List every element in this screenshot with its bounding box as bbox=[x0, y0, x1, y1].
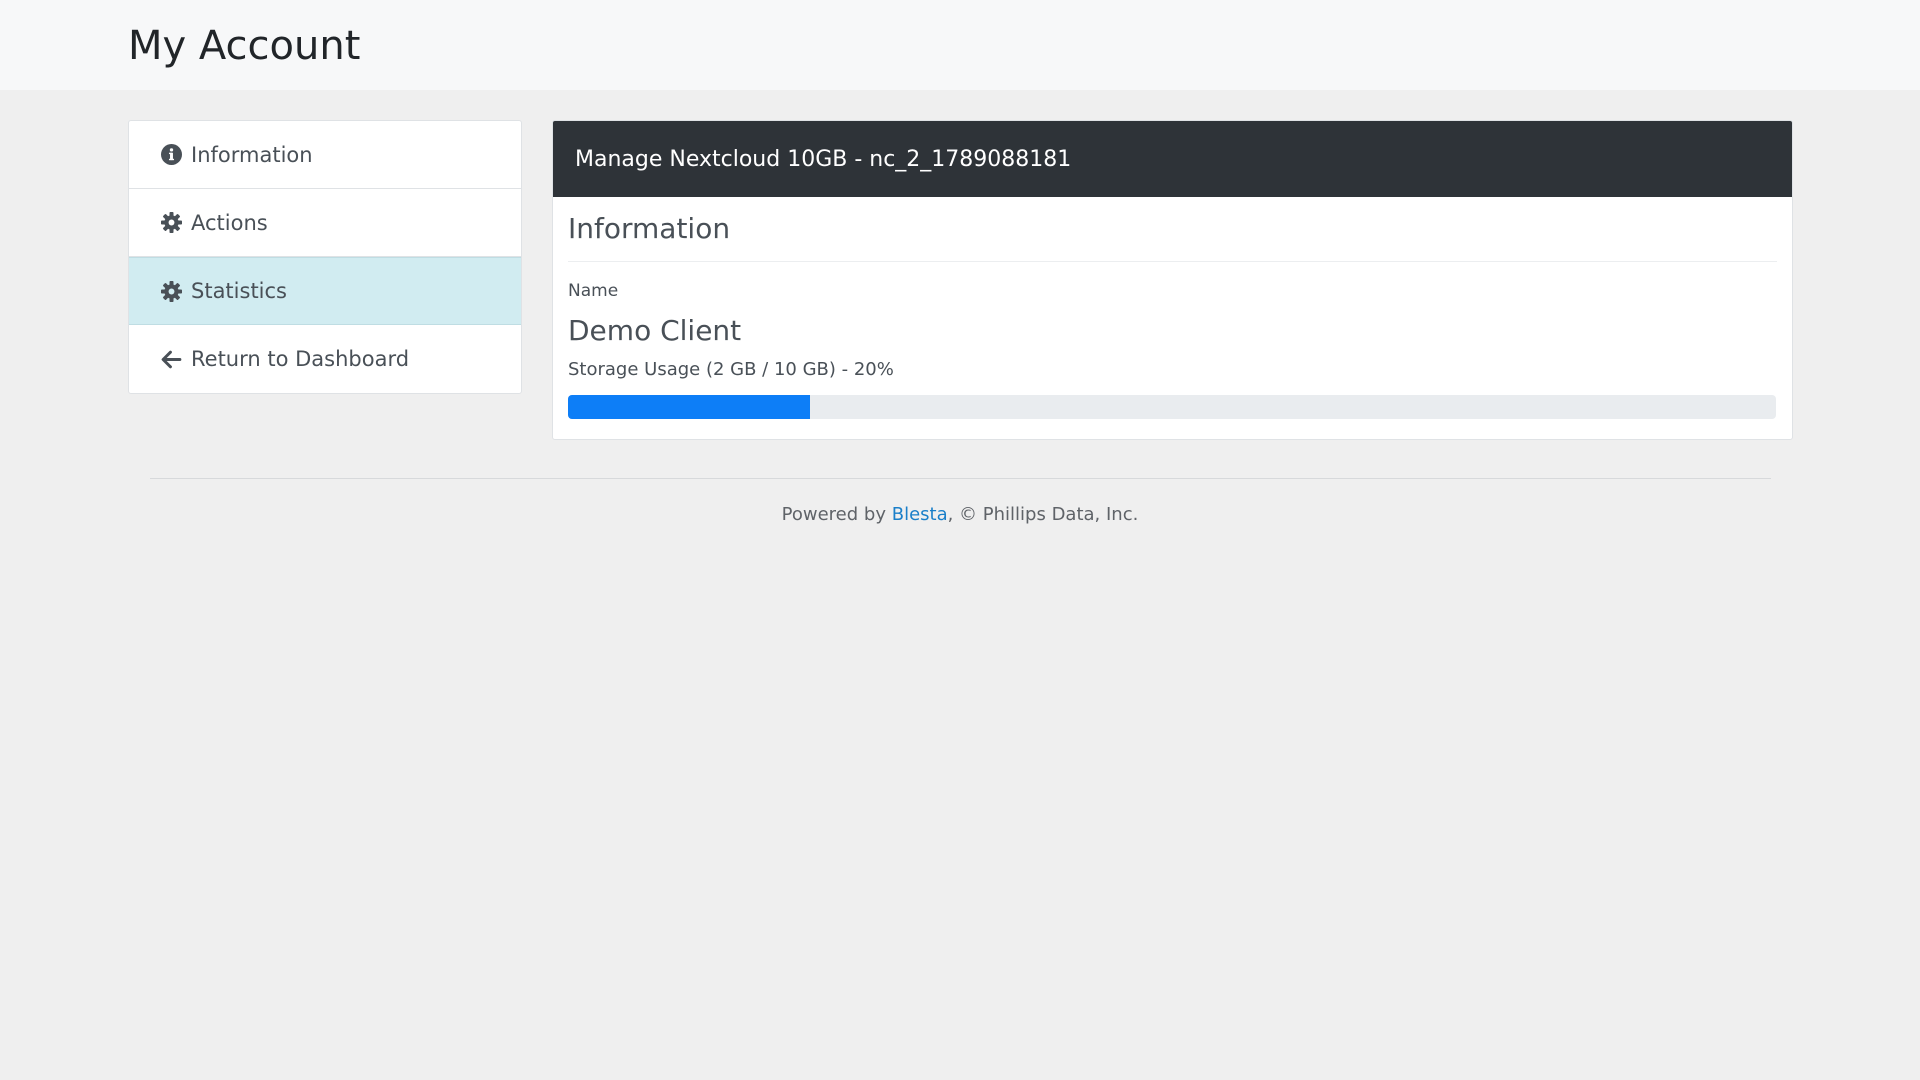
panel-body: Information Name Demo Client Storage Usa… bbox=[553, 197, 1792, 419]
arrow-left-icon bbox=[160, 348, 182, 370]
sidebar-item-label: Actions bbox=[191, 210, 268, 235]
sidebar-item-information[interactable]: Information bbox=[129, 121, 521, 189]
footer-divider bbox=[150, 478, 1771, 479]
sidebar-item-label: Statistics bbox=[191, 279, 287, 303]
storage-progress-bar bbox=[568, 395, 1776, 419]
gear-icon bbox=[160, 212, 182, 234]
sidebar-item-actions[interactable]: Actions bbox=[129, 189, 521, 257]
section-title: Information bbox=[568, 197, 1777, 262]
footer-prefix: Powered by bbox=[781, 504, 892, 525]
service-panel: Manage Nextcloud 10GB - nc_2_1789088181 … bbox=[552, 120, 1793, 440]
name-label: Name bbox=[568, 281, 619, 301]
page-title: My Account bbox=[128, 23, 361, 69]
panel-heading: Manage Nextcloud 10GB - nc_2_1789088181 bbox=[553, 121, 1792, 197]
blesta-link[interactable]: Blesta bbox=[892, 504, 948, 525]
page-header: My Account bbox=[0, 0, 1920, 90]
sidebar-item-statistics[interactable]: Statistics bbox=[129, 257, 521, 325]
sidebar-item-return-to-dashboard[interactable]: Return to Dashboard bbox=[129, 325, 521, 393]
sidebar-item-label: Return to Dashboard bbox=[191, 347, 410, 371]
name-value: Demo Client bbox=[568, 314, 742, 347]
sidebar-nav: Information Actions Statistics Return to… bbox=[128, 120, 522, 394]
gear-icon bbox=[160, 280, 182, 302]
storage-progress-fill bbox=[568, 395, 810, 419]
footer: Powered by Blesta, © Phillips Data, Inc. bbox=[0, 502, 1920, 528]
sidebar-item-label: Information bbox=[191, 142, 313, 167]
storage-usage-label: Storage Usage (2 GB / 10 GB) - 20% bbox=[568, 359, 894, 380]
footer-suffix: , © Phillips Data, Inc. bbox=[947, 504, 1139, 525]
info-circle-icon bbox=[160, 144, 182, 166]
